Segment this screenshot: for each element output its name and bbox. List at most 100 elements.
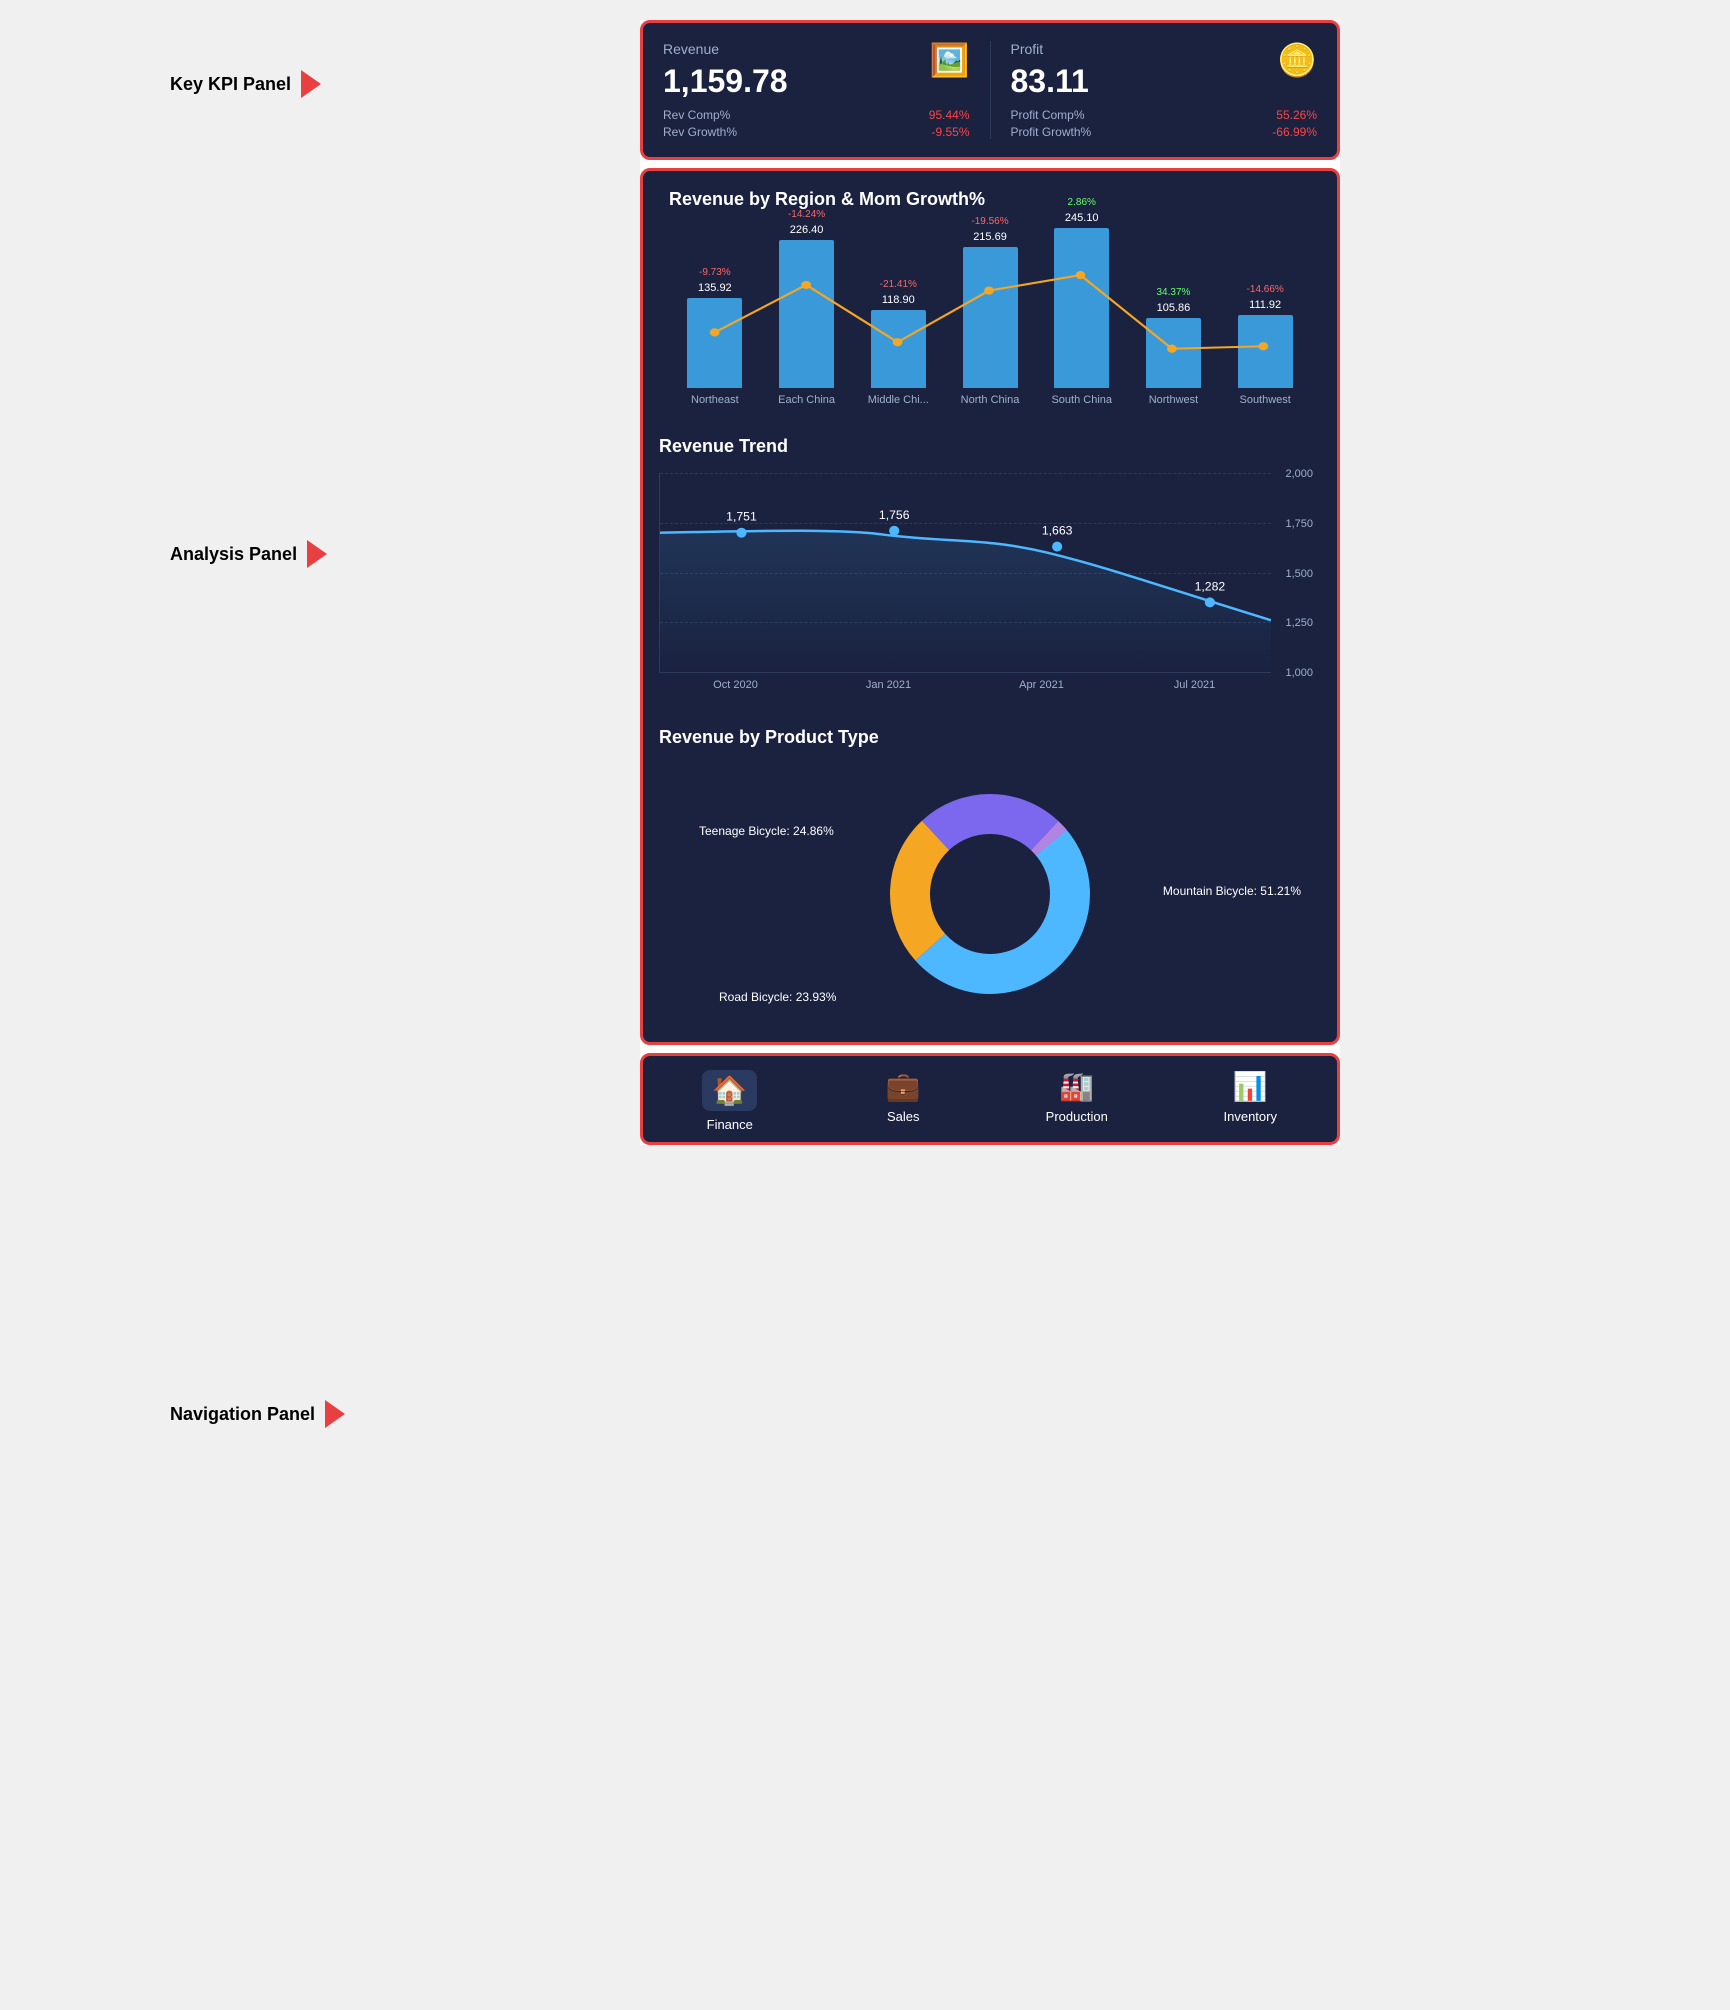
bar-chart-section: Revenue by Region & Mom Growth% -9.73% 13… <box>659 189 1321 406</box>
x-label-jan2021: Jan 2021 <box>812 679 965 691</box>
kpi-panel-label: Key KPI Panel <box>170 70 321 98</box>
bar-group-4: 2.86% 245.10 South China <box>1036 197 1128 406</box>
production-icon: 🏭 <box>1059 1070 1094 1103</box>
nav-inventory[interactable]: 📊 Inventory <box>1164 1070 1338 1132</box>
analysis-panel-label: Analysis Panel <box>170 540 327 568</box>
revenue-icon: 🖼️ <box>930 41 970 79</box>
bar-chart-title: Revenue by Region & Mom Growth% <box>669 189 1311 210</box>
profit-card: Profit 83.11 Profit Comp% 55.26% Profit … <box>1011 41 1318 139</box>
nav-arrow <box>325 1400 345 1428</box>
bar-pct-6: -14.66% <box>1247 284 1284 295</box>
rev-comp-label: Rev Comp% <box>663 108 730 122</box>
bar-rect-6 <box>1238 315 1293 388</box>
bar-pct-4: 2.86% <box>1068 197 1096 208</box>
profit-title: Profit <box>1011 41 1318 57</box>
profit-comp-label: Profit Comp% <box>1011 108 1085 122</box>
revenue-title: Revenue <box>663 41 970 57</box>
rev-growth-label: Rev Growth% <box>663 125 737 139</box>
bar-pct-5: 34.37% <box>1156 287 1190 298</box>
revenue-value: 1,159.78 <box>663 63 970 100</box>
bar-rect-0 <box>687 298 742 388</box>
inventory-icon: 📊 <box>1233 1070 1268 1103</box>
svg-text:1,663: 1,663 <box>1042 524 1073 538</box>
y-label-1500: 1,500 <box>1285 568 1313 580</box>
bar-label-1: Each China <box>778 394 835 406</box>
kpi-panel: Revenue 1,159.78 Rev Comp% 95.44% Rev Gr… <box>640 20 1340 160</box>
nav-finance-label: Finance <box>707 1117 753 1132</box>
bar-value-4: 245.10 <box>1065 212 1099 224</box>
bar-value-2: 118.90 <box>882 294 915 306</box>
analysis-arrow <box>307 540 327 568</box>
bar-pct-3: -19.56% <box>971 216 1008 227</box>
bar-label-2: Middle Chi... <box>868 394 929 406</box>
profit-icon: 🪙 <box>1277 41 1317 79</box>
bar-group-0: -9.73% 135.92 Northeast <box>669 267 761 406</box>
bar-pct-0: -9.73% <box>699 267 731 278</box>
nav-production-label: Production <box>1046 1109 1108 1124</box>
nav-sales-label: Sales <box>887 1109 920 1124</box>
y-label-2000: 2,000 <box>1285 468 1313 480</box>
bar-value-6: 111.92 <box>1249 299 1281 311</box>
profit-comp-value: 55.26% <box>1276 108 1317 122</box>
bar-value-3: 215.69 <box>973 231 1007 243</box>
trend-chart: 2,000 1,750 1,500 1,250 1,000 <box>659 473 1271 673</box>
sales-icon: 💼 <box>886 1070 921 1103</box>
bar-rect-4 <box>1054 228 1109 388</box>
bar-group-1: -14.24% 226.40 Each China <box>761 209 853 406</box>
y-label-1250: 1,250 <box>1285 617 1313 629</box>
nav-inventory-label: Inventory <box>1224 1109 1277 1124</box>
bar-group-5: 34.37% 105.86 Northwest <box>1128 287 1220 406</box>
revenue-card: Revenue 1,159.78 Rev Comp% 95.44% Rev Gr… <box>663 41 970 139</box>
bar-chart: -9.73%135.92Northeast-14.24%226.40Each C… <box>669 226 1311 406</box>
donut-container: Teenage Bicycle: 24.86% Mountain Bicycle… <box>659 764 1321 1024</box>
bar-label-6: Southwest <box>1239 394 1290 406</box>
svg-text:1,751: 1,751 <box>726 510 757 524</box>
rev-growth-value: -9.55% <box>931 125 969 139</box>
bar-rect-1 <box>779 240 834 388</box>
finance-icon: 🏠 <box>712 1075 747 1106</box>
trend-svg: 1,751 1,756 1,663 1,282 <box>660 473 1271 672</box>
kpi-arrow <box>301 70 321 98</box>
nav-sales[interactable]: 💼 Sales <box>817 1070 991 1132</box>
bar-label-0: Northeast <box>691 394 739 406</box>
analysis-panel: Revenue by Region & Mom Growth% -9.73% 13… <box>640 168 1340 1045</box>
svg-text:1,756: 1,756 <box>879 508 910 522</box>
bar-label-5: Northwest <box>1149 394 1199 406</box>
donut-title: Revenue by Product Type <box>659 727 1321 748</box>
y-label-1750: 1,750 <box>1285 518 1313 530</box>
nav-production[interactable]: 🏭 Production <box>990 1070 1164 1132</box>
donut-label-mountain: Mountain Bicycle: 51.21% <box>1163 884 1301 898</box>
x-label-jul2021: Jul 2021 <box>1118 679 1271 691</box>
bar-value-5: 105.86 <box>1157 302 1191 314</box>
bar-group-2: -21.41% 118.90 Middle Chi... <box>852 279 944 406</box>
bar-rect-2 <box>871 310 926 388</box>
svg-text:1,282: 1,282 <box>1195 580 1226 594</box>
bar-label-4: South China <box>1051 394 1112 406</box>
bar-value-1: 226.40 <box>790 224 824 236</box>
donut-chart <box>880 784 1100 1004</box>
donut-label-road: Road Bicycle: 23.93% <box>719 990 836 1004</box>
kpi-divider <box>990 41 991 139</box>
nav-panel-label: Navigation Panel <box>170 1400 345 1428</box>
bar-value-0: 135.92 <box>698 282 732 294</box>
trend-x-labels: Oct 2020 Jan 2021 Apr 2021 Jul 2021 <box>659 673 1271 697</box>
profit-value: 83.11 <box>1011 63 1318 100</box>
donut-label-teenage: Teenage Bicycle: 24.86% <box>699 824 834 838</box>
bar-label-3: North China <box>961 394 1020 406</box>
bar-group-6: -14.66% 111.92 Southwest <box>1219 284 1311 406</box>
grid-line-1000: 1,000 <box>660 672 1271 673</box>
donut-section: Revenue by Product Type Teenage Bicycle:… <box>659 727 1321 1024</box>
bar-rect-5 <box>1146 318 1201 388</box>
profit-growth-label: Profit Growth% <box>1011 125 1092 139</box>
nav-finance-icon-bg: 🏠 <box>702 1070 757 1111</box>
nav-panel: 🏠 Finance 💼 Sales 🏭 Production 📊 Invento… <box>640 1053 1340 1145</box>
bar-pct-2: -21.41% <box>880 279 917 290</box>
y-label-1000: 1,000 <box>1285 667 1313 679</box>
rev-comp-value: 95.44% <box>929 108 970 122</box>
bar-pct-1: -14.24% <box>788 209 825 220</box>
trend-section: Revenue Trend 2,000 1,750 1,500 <box>659 436 1321 697</box>
x-label-oct2020: Oct 2020 <box>659 679 812 691</box>
x-label-apr2021: Apr 2021 <box>965 679 1118 691</box>
nav-finance[interactable]: 🏠 Finance <box>643 1070 817 1132</box>
profit-growth-value: -66.99% <box>1272 125 1317 139</box>
